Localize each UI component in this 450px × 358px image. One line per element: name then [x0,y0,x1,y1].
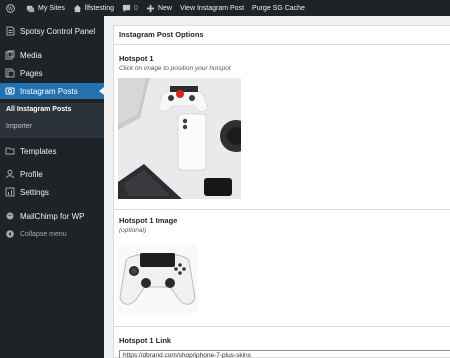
hotspot-link-label: Hotspot 1 Link [119,336,172,345]
sidebar-item-spotsy[interactable]: Spotsy Control Panel [0,23,104,39]
my-sites-label: My Sites [38,4,65,12]
instagram-post-options-panel: Instagram Post Options Hotspot 1 Click o… [113,25,450,358]
field-separator [114,326,450,327]
sidebar-item-profile[interactable]: Profile [0,166,104,182]
flat-lay-photo [118,78,252,199]
plus-icon [146,4,155,12]
new-content-menu[interactable]: New [142,0,176,16]
sidebar-label-settings: Settings [20,187,49,197]
sidebar-label-spotsy: Spotsy Control Panel [20,26,96,36]
sidebar-label-pages: Pages [20,68,43,78]
field-separator [114,209,450,210]
hotspot-image[interactable] [118,78,252,199]
sidebar-label-templates: Templates [20,146,57,156]
instagram-posts-submenu: All Instagram Posts Importer [0,103,104,138]
site-name-menu[interactable]: llfstesting [69,0,118,16]
submenu-all-instagram-posts[interactable]: All Instagram Posts [6,106,71,113]
folder-icon [5,146,15,156]
phone [177,113,207,171]
comment-icon [122,4,131,12]
my-sites-menu[interactable]: My Sites [22,0,69,16]
user-icon [5,169,15,179]
admin-sidebar: Spotsy Control Panel Media Pages Instagr… [0,16,104,358]
sidebar-item-instagram-posts[interactable]: Instagram Posts [0,83,104,99]
comments-menu[interactable]: 0 [118,0,142,16]
collapse-icon [5,229,15,239]
view-post-label: View Instagram Post [179,4,245,12]
pages-icon [5,68,15,78]
purge-cache-link[interactable]: Purge SG Cache [248,0,309,16]
hotspot-image-description: (optional) [119,227,147,234]
admin-bar: W My Sites llfstesting 0 New View Instag… [0,0,450,16]
hotspot-label: Hotspot 1 [119,54,154,63]
wordpress-logo-button[interactable]: W [0,0,22,16]
sidebar-item-media[interactable]: Media [0,47,104,63]
hotspot-link-input[interactable]: https://dbrand.com/shop/iphone-7-plus-sk… [119,350,450,358]
sidebar-label-instagram-posts: Instagram Posts [20,86,78,96]
camera-icon [5,86,15,96]
wordpress-icon: W [6,3,15,13]
new-label: New [157,4,172,12]
sidebar-item-templates[interactable]: Templates [0,143,104,159]
sidebar-item-mailchimp[interactable]: MailChimp for WP [0,208,104,224]
sidebar-item-settings[interactable]: Settings [0,184,104,200]
submenu-importer[interactable]: Importer [6,123,32,130]
collapse-menu-button[interactable]: Collapse menu [0,226,104,242]
home-icon [73,4,81,12]
panel-title: Instagram Post Options [114,26,450,45]
sidebar-label-profile: Profile [20,169,43,179]
wallet [204,178,232,196]
settings-icon [5,187,15,197]
comments-count: 0 [134,4,138,12]
site-name-label: llfstesting [84,4,115,12]
hotspot-marker[interactable] [176,90,184,98]
mailchimp-icon [5,211,15,221]
spotsy-icon [5,26,15,36]
svg-text:W: W [8,6,14,12]
hotspot-image-label: Hotspot 1 Image [119,216,178,225]
hotspot-description: Click on image to position your hotspot [119,65,231,72]
collapse-menu-label: Collapse menu [20,230,67,238]
controller-photo [118,245,197,313]
sidebar-label-mailchimp: MailChimp for WP [20,211,85,221]
sidebar-item-pages[interactable]: Pages [0,65,104,81]
view-post-link[interactable]: View Instagram Post [176,0,248,16]
sites-icon [26,5,35,12]
media-icon [5,50,15,60]
hotspot-product-image[interactable] [118,245,197,313]
sidebar-label-media: Media [20,50,42,60]
purge-cache-label: Purge SG Cache [252,4,305,12]
